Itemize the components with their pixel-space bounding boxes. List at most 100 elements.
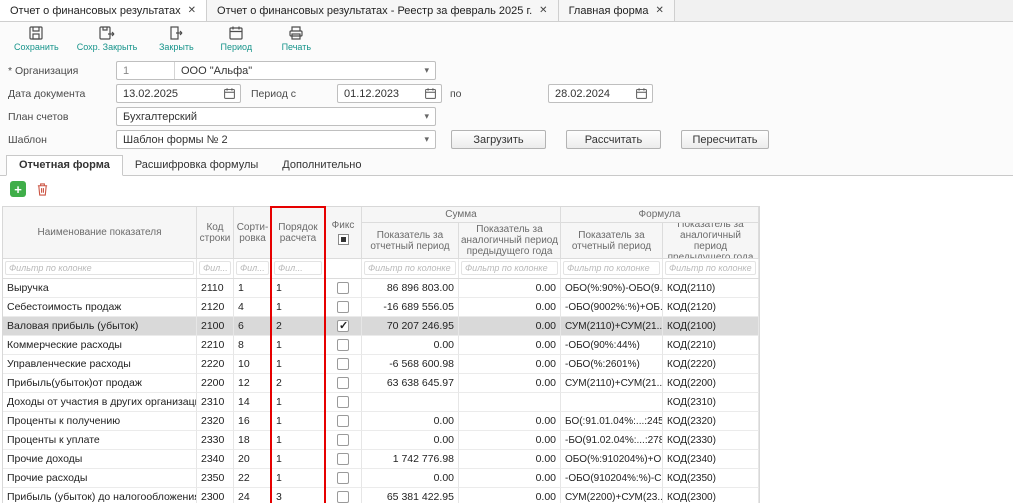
tab-close-icon[interactable]: ✕ (655, 6, 663, 16)
filter-input-sort[interactable] (236, 261, 269, 275)
recalculate-button[interactable]: Пересчитать (681, 130, 769, 149)
fix-checkbox[interactable] (337, 377, 349, 389)
cell-fix (325, 374, 362, 393)
add-row-button[interactable]: + (10, 181, 26, 197)
window-tab-main-form[interactable]: Главная форма ✕ (559, 0, 675, 21)
calculate-button[interactable]: Рассчитать (566, 130, 661, 149)
fix-select-all-checkbox[interactable] (338, 234, 349, 245)
cell-formula-report: СУМ(2110)+СУМ(21... (561, 317, 663, 336)
table-row[interactable]: Себестоимость продаж 2120 4 1 -16 689 55… (3, 298, 759, 317)
cell-formula-prev: КОД(2300) (663, 488, 759, 503)
window-tab-registry[interactable]: Отчет о финансовых результатах - Реестр … (207, 0, 559, 21)
table-row[interactable]: Управленческие расходы 2220 10 1 -6 568 … (3, 355, 759, 374)
window-tab-report[interactable]: Отчет о финансовых результатах ✕ (0, 0, 207, 21)
template-select[interactable]: Шаблон формы № 2 ▾ (116, 130, 436, 149)
fix-checkbox[interactable] (337, 453, 349, 465)
fix-checkbox[interactable] (337, 282, 349, 294)
period-from-field[interactable]: 01.12.2023 (337, 84, 442, 103)
calendar-icon[interactable] (635, 87, 648, 100)
period-button[interactable]: Период (211, 24, 261, 53)
column-header-sort[interactable]: Сорти-ровка (234, 207, 272, 259)
table-row[interactable]: Валовая прибыль (убыток) 2100 6 2 70 207… (3, 317, 759, 336)
cell-sum-prev: 0.00 (459, 298, 561, 317)
table-row[interactable]: Доходы от участия в других организаци...… (3, 393, 759, 412)
table-row[interactable]: Прочие расходы 2350 22 1 0.00 0.00 -ОБО(… (3, 469, 759, 488)
cell-sum-report: -16 689 556.05 (362, 298, 459, 317)
column-header-formula-prev[interactable]: Показатель за аналогичный период предыду… (663, 223, 759, 259)
cell-sum-prev: 0.00 (459, 469, 561, 488)
calendar-icon[interactable] (223, 87, 236, 100)
cell-code: 2340 (197, 450, 234, 469)
filter-cell-code (197, 259, 234, 278)
cell-sum-prev: 0.00 (459, 336, 561, 355)
fix-checkbox[interactable] (337, 472, 349, 484)
filter-cell-calc-order (272, 259, 325, 278)
load-button[interactable]: Загрузить (451, 130, 546, 149)
tab-close-icon[interactable]: ✕ (188, 6, 196, 16)
column-header-name[interactable]: Наименование показателя (3, 207, 197, 259)
indicators-table: Наименование показателя Код строки Сорти… (2, 206, 760, 503)
filter-input-sum-prev[interactable] (461, 261, 558, 275)
column-header-code[interactable]: Код строки (197, 207, 234, 259)
calendar-icon[interactable] (424, 87, 437, 100)
template-value: Шаблон формы № 2 (117, 134, 418, 146)
column-header-fix[interactable]: Фикс (325, 207, 362, 259)
table-row[interactable]: Прочие доходы 2340 20 1 1 742 776.98 0.0… (3, 450, 759, 469)
cell-formula-report: ОБО(%:910204%)+О... (561, 450, 663, 469)
fix-checkbox[interactable] (337, 301, 349, 313)
template-row: Шаблон Шаблон формы № 2 ▾ Загрузить Расс… (8, 130, 1005, 149)
filter-input-formula-prev[interactable] (665, 261, 756, 275)
cell-calc-order: 1 (272, 393, 325, 412)
period-to-field[interactable]: 28.02.2024 (548, 84, 653, 103)
filter-row (3, 259, 759, 279)
cell-code: 2120 (197, 298, 234, 317)
filter-input-code[interactable] (199, 261, 231, 275)
save-close-button[interactable]: Сохр. Закрыть (73, 24, 142, 53)
cell-formula-report: ОБО(%:90%)-ОБО(9... (561, 279, 663, 298)
column-header-sum-report[interactable]: Показатель за отчетный период (362, 223, 459, 259)
tab-additional[interactable]: Дополнительно (270, 156, 373, 175)
save-button[interactable]: Сохранить (10, 24, 63, 53)
document-date-field[interactable]: 13.02.2025 (116, 84, 241, 103)
organization-code-field[interactable]: 1 (117, 62, 175, 79)
table-row[interactable]: Проценты к получению 2320 16 1 0.00 0.00… (3, 412, 759, 431)
filter-input-name[interactable] (5, 261, 194, 275)
fix-checkbox[interactable] (337, 491, 349, 503)
cell-name: Выручка (3, 279, 197, 298)
table-row[interactable]: Прибыль (убыток) до налогообложения 2300… (3, 488, 759, 503)
print-button[interactable]: Печать (271, 24, 321, 53)
table-row[interactable]: Проценты к уплате 2330 18 1 0.00 0.00 -Б… (3, 431, 759, 450)
chevron-down-icon: ▾ (418, 134, 435, 145)
cell-sum-report: 0.00 (362, 431, 459, 450)
organization-select[interactable]: 1 ООО "Альфа" ▾ (116, 61, 436, 80)
fix-checkbox[interactable] (337, 396, 349, 408)
table-row[interactable]: Прибыль(убыток)от продаж 2200 12 2 63 63… (3, 374, 759, 393)
column-header-formula-report[interactable]: Показатель за отчетный период (561, 223, 663, 259)
tab-formula-breakdown[interactable]: Расшифровка формулы (123, 156, 270, 175)
fix-checkbox[interactable] (337, 339, 349, 351)
fix-checkbox[interactable] (337, 434, 349, 446)
template-label: Шаблон (8, 134, 116, 146)
column-header-sum-prev[interactable]: Показатель за аналогичный период предыду… (459, 223, 561, 259)
filter-input-formula-report[interactable] (563, 261, 660, 275)
fix-checkbox[interactable] (337, 415, 349, 427)
filter-input-calc-order[interactable] (274, 261, 322, 275)
cell-formula-prev: КОД(2110) (663, 279, 759, 298)
fix-checkbox[interactable] (337, 320, 349, 332)
cell-calc-order: 2 (272, 317, 325, 336)
app-window: Отчет о финансовых результатах ✕ Отчет о… (0, 0, 1013, 503)
close-form-button[interactable]: Закрыть (151, 24, 201, 53)
column-header-calc-order[interactable]: Порядок расчета (272, 207, 325, 259)
filter-input-sum-report[interactable] (364, 261, 456, 275)
delete-row-button[interactable] (34, 181, 50, 197)
filter-cell-sum-report (362, 259, 459, 278)
tab-close-icon[interactable]: ✕ (539, 6, 547, 16)
fix-checkbox[interactable] (337, 358, 349, 370)
chart-of-accounts-select[interactable]: Бухгалтерский ▾ (116, 107, 436, 126)
table-row[interactable]: Выручка 2110 1 1 86 896 803.00 0.00 ОБО(… (3, 279, 759, 298)
cell-name: Проценты к получению (3, 412, 197, 431)
tab-report-form[interactable]: Отчетная форма (6, 155, 123, 176)
table-row[interactable]: Коммерческие расходы 2210 8 1 0.00 0.00 … (3, 336, 759, 355)
cell-formula-report (561, 393, 663, 412)
cell-name: Прибыль(убыток)от продаж (3, 374, 197, 393)
